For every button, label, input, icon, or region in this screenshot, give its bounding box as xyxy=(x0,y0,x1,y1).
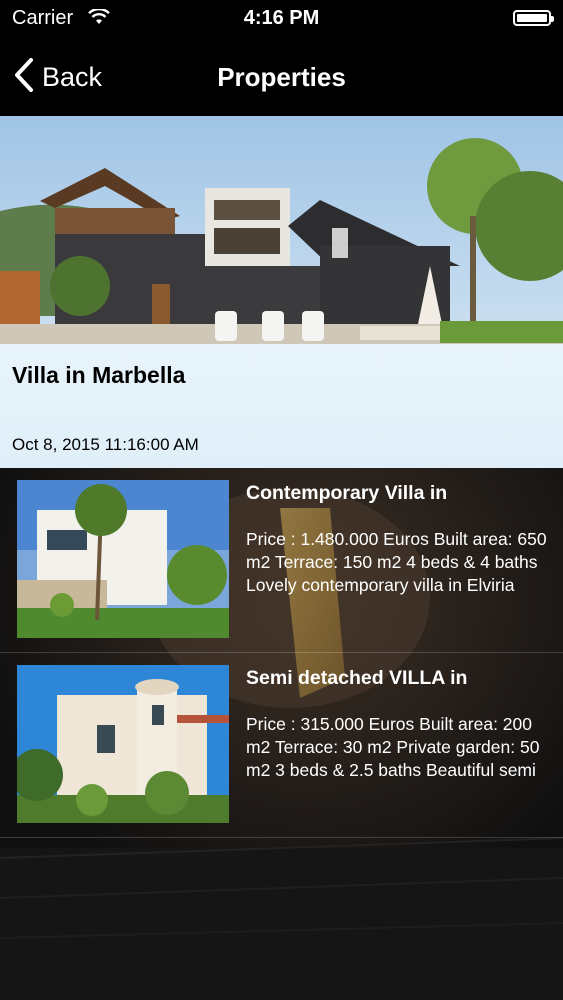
battery-icon xyxy=(513,10,554,26)
property-description: Price : 315.000 Euros Built area: 200 m2… xyxy=(246,714,540,780)
featured-property[interactable]: Villa in Marbella Oct 8, 2015 11:16:00 A… xyxy=(0,116,563,468)
featured-property-title: Villa in Marbella xyxy=(12,362,186,388)
featured-property-caption: Villa in Marbella Oct 8, 2015 11:16:00 A… xyxy=(0,344,563,468)
navigation-bar: Back Properties xyxy=(0,36,563,116)
property-title: Semi detached VILLA in xyxy=(246,667,468,689)
property-thumbnail xyxy=(17,665,229,823)
featured-property-date: Oct 8, 2015 11:16:00 AM xyxy=(12,435,199,454)
property-list-item[interactable]: Contemporary Villa in Price : 1.480.000 … xyxy=(0,468,563,653)
clock: 4:16 PM xyxy=(243,7,320,29)
property-description: Price : 1.480.000 Euros Built area: 650 … xyxy=(246,529,547,595)
property-list-item[interactable]: Semi detached VILLA in Price : 315.000 E… xyxy=(0,653,563,838)
property-title: Contemporary Villa in xyxy=(246,482,448,504)
page-title: Properties xyxy=(217,62,346,92)
property-thumbnail xyxy=(17,480,229,638)
status-bar: Carrier 4:16 PM xyxy=(0,0,563,36)
